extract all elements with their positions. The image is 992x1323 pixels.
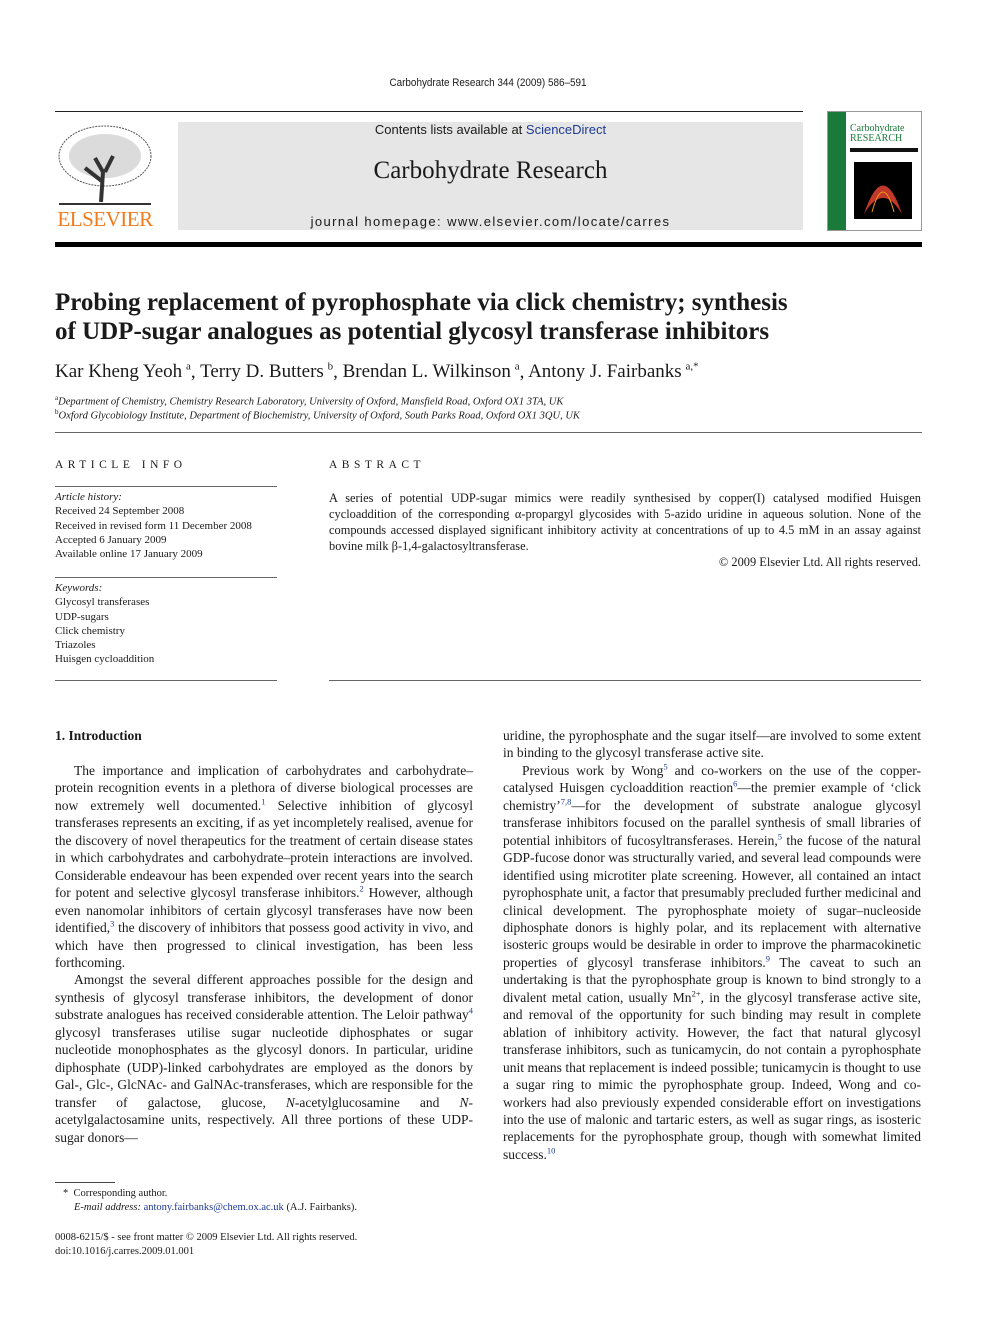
- footnote: * Corresponding author. E-mail address: …: [63, 1187, 357, 1215]
- history-item: Received 24 September 2008: [55, 505, 185, 518]
- affiliation: aDepartment of Chemistry, Chemistry Rese…: [55, 394, 563, 408]
- author-affiliation-marker: a,*: [685, 361, 699, 373]
- contents-line: Contents lists available at ScienceDirec…: [178, 122, 803, 137]
- email-label: E-mail address:: [74, 1202, 144, 1213]
- text-run: -acetylglucosamine and: [294, 1094, 460, 1110]
- journal-masthead: Contents lists available at ScienceDirec…: [178, 122, 803, 230]
- elsevier-wordmark: ELSEVIER: [57, 207, 153, 231]
- footnote-marker: *: [63, 1188, 69, 1199]
- keyword: Glycosyl transferases: [55, 596, 150, 609]
- keyword: Huisgen cycloaddition: [55, 653, 155, 666]
- affiliation-text: Department of Chemistry, Chemistry Resea…: [58, 396, 564, 408]
- tree-icon: [58, 125, 152, 205]
- citation-link[interactable]: 4: [469, 1006, 473, 1016]
- abstract-copyright: © 2009 Elsevier Ltd. All rights reserved…: [718, 555, 921, 569]
- masthead-thick-rule: [55, 242, 922, 247]
- issn-line: 0008-6215/$ - see front matter © 2009 El…: [55, 1232, 358, 1243]
- history-label: Article history:: [55, 491, 122, 503]
- history-item: Available online 17 January 2009: [55, 548, 203, 561]
- sciencedirect-link[interactable]: ScienceDirect: [526, 122, 606, 137]
- journal-homepage[interactable]: journal homepage: www.elsevier.com/locat…: [178, 214, 803, 229]
- author-affiliation-marker: a: [514, 361, 520, 373]
- citation-link[interactable]: 10: [547, 1145, 556, 1155]
- divider: [55, 680, 277, 681]
- paragraph: The importance and implication of carboh…: [55, 762, 473, 971]
- author-affiliation-marker: a: [186, 361, 191, 373]
- email-link[interactable]: antony.fairbanks@chem.ox.ac.uk: [144, 1202, 284, 1213]
- journal-cover: Carbohydrate RESEARCH: [827, 111, 922, 231]
- affiliation: bOxford Glycobiology Institute, Departme…: [55, 408, 580, 422]
- article-history: Article history: Received 24 September 2…: [55, 490, 277, 561]
- journal-title: Carbohydrate Research: [373, 157, 608, 184]
- superscript: 2+: [691, 988, 701, 999]
- affiliation-text: Oxford Glycobiology Institute, Departmen…: [58, 410, 580, 422]
- keywords: Keywords: Glycosyl transferases UDP-sugar…: [55, 581, 277, 667]
- keyword: Triazoles: [55, 639, 96, 652]
- divider: [329, 680, 921, 681]
- text-run: uridine, the pyrophosphate and the sugar…: [503, 728, 921, 761]
- text-run: Previous work by Wong: [522, 762, 664, 778]
- author-name: Brendan L. Wilkinson: [342, 361, 511, 383]
- title-line: of UDP-sugar analogues as potential glyc…: [55, 318, 770, 345]
- body-column-right: uridine, the pyrophosphate and the sugar…: [503, 727, 921, 1163]
- divider: [55, 577, 277, 578]
- text-run: Amongst the several different approaches…: [55, 972, 473, 1023]
- keyword: UDP-sugars: [55, 610, 109, 623]
- paragraph: Amongst the several different approaches…: [55, 971, 473, 1146]
- author-affiliation-marker: b: [327, 361, 334, 373]
- footnote-rule: [55, 1182, 115, 1183]
- title-line: Probing replacement of pyrophosphate via…: [55, 289, 788, 316]
- abstract: A series of potential UDP-sugar mimics w…: [329, 490, 921, 570]
- history-item: Received in revised form 11 December 200…: [55, 519, 252, 532]
- corresponding-author: Corresponding author.: [73, 1188, 168, 1199]
- author-name: Kar Kheng Yeoh: [55, 361, 183, 383]
- text-run: the discovery of inhibitors that possess…: [55, 920, 473, 970]
- author[interactable]: Brendan L. Wilkinson a: [343, 361, 520, 382]
- abstract-text: A series of potential UDP-sugar mimics w…: [329, 491, 921, 553]
- email-suffix: (A.J. Fairbanks).: [283, 1202, 358, 1213]
- section-heading: 1. Introduction: [55, 728, 142, 743]
- divider: [55, 486, 277, 487]
- author[interactable]: Antony J. Fairbanks a,*: [528, 361, 699, 382]
- history-item: Accepted 6 January 2009: [55, 533, 167, 546]
- author-name: Antony J. Fairbanks: [528, 361, 682, 383]
- text-run: the fucose of the natural GDP-fucose don…: [503, 832, 921, 970]
- article-title: Probing replacement of pyrophosphate via…: [55, 288, 935, 346]
- cover-subtitle: RESEARCH: [850, 133, 903, 144]
- author[interactable]: Terry D. Butters b: [200, 361, 333, 382]
- author[interactable]: Kar Kheng Yeoh a: [55, 361, 191, 382]
- paragraph: uridine, the pyrophosphate and the sugar…: [503, 727, 921, 762]
- italic-text: N: [459, 1094, 469, 1110]
- running-head: Carbohydrate Research 344 (2009) 586–591: [389, 77, 587, 89]
- cover-image: [854, 162, 912, 219]
- citation-link[interactable]: 7,8: [561, 796, 572, 806]
- paragraph: Previous work by Wong5 and co-workers on…: [503, 762, 921, 1163]
- body-column-left: The importance and implication of carboh…: [55, 762, 473, 1146]
- elsevier-logo: ELSEVIER: [55, 122, 155, 232]
- article-info-heading: ARTICLE INFO: [55, 459, 187, 471]
- front-matter: 0008-6215/$ - see front matter © 2009 El…: [55, 1231, 357, 1259]
- keyword: Click chemistry: [55, 624, 125, 637]
- doi[interactable]: doi:10.1016/j.carres.2009.01.001: [55, 1245, 357, 1259]
- author-name: Terry D. Butters: [200, 361, 324, 383]
- keywords-label: Keywords:: [55, 582, 103, 594]
- abstract-heading: ABSTRACT: [329, 459, 426, 471]
- text-run: , in the glycosyl transferase active sit…: [503, 989, 921, 1162]
- italic-text: N: [285, 1094, 295, 1110]
- author-list: Kar Kheng Yeoh a, Terry D. Butters b, Br…: [55, 361, 699, 383]
- contents-prefix: Contents lists available at: [374, 122, 526, 137]
- divider: [55, 432, 922, 433]
- top-rule: [55, 111, 803, 112]
